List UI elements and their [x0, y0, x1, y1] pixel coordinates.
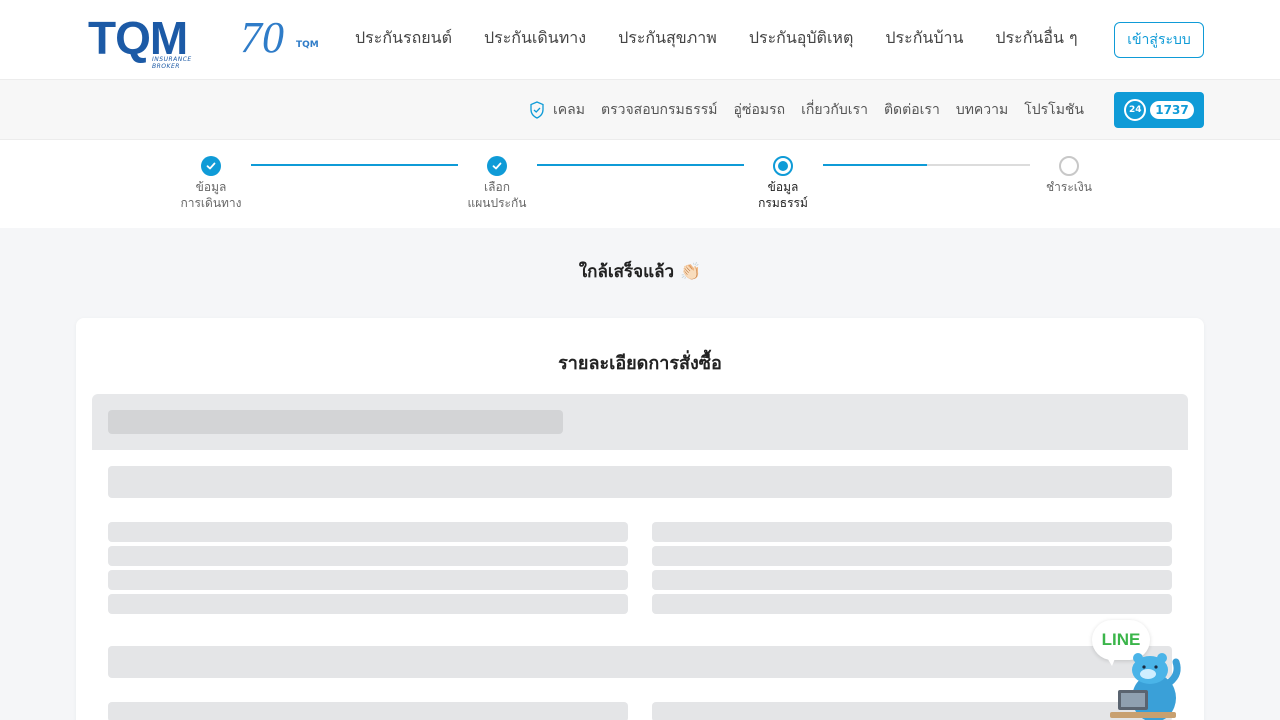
anniversary-number: 70: [240, 13, 284, 62]
subnav-promotions[interactable]: โปรโมชัน: [1024, 100, 1084, 120]
step-payment: ชำระเงิน: [1019, 156, 1119, 195]
top-header: TQM INSURANCE BROKER 70 TQM ประกันรถยนต์…: [0, 0, 1280, 80]
logo-subtext: INSURANCE BROKER: [152, 56, 192, 70]
step-label: ข้อมูล การเดินทาง: [180, 180, 242, 210]
subnav-contact[interactable]: ติดต่อเรา: [884, 100, 940, 120]
step-policy-info: ข้อมูล กรมธรรม์: [733, 156, 833, 211]
hotline-24-icon: 24: [1124, 99, 1147, 121]
pending-step-icon: [1059, 156, 1079, 176]
nav-health-insurance[interactable]: ประกันสุขภาพ: [618, 26, 717, 50]
step-label: ชำระเงิน: [1046, 180, 1092, 194]
main-nav: ประกันรถยนต์ ประกันเดินทาง ประกันสุขภาพ …: [355, 26, 1110, 50]
secondary-nav-links: เคลม ตรวจสอบกรมธรรม์ อู่ซ่อมรถ เกี่ยวกับ…: [529, 100, 1084, 120]
shield-check-icon: [530, 101, 544, 119]
order-details-card: รายละเอียดการสั่งซื้อ: [76, 318, 1204, 720]
skeleton-block: [108, 466, 1172, 498]
skeleton-line: [108, 702, 628, 720]
anniversary-logo: 70 TQM: [240, 14, 320, 64]
hotline-badge[interactable]: 24 1737: [1114, 92, 1204, 128]
tqm-logo[interactable]: TQM INSURANCE BROKER: [88, 12, 218, 70]
secondary-nav: เคลม ตรวจสอบกรมธรรม์ อู่ซ่อมรถ เกี่ยวกับ…: [0, 80, 1280, 140]
line-chat-widget[interactable]: LINE: [1090, 618, 1190, 720]
check-icon: [201, 156, 221, 176]
nav-travel-insurance[interactable]: ประกันเดินทาง: [484, 26, 586, 50]
skeleton-line: [108, 594, 628, 614]
step-travel-info[interactable]: ข้อมูล การเดินทาง: [161, 156, 261, 211]
nav-home-insurance[interactable]: ประกันบ้าน: [885, 26, 963, 50]
claim-link[interactable]: เคลม: [529, 100, 585, 120]
claim-label: เคลม: [553, 102, 585, 118]
skeleton-line: [652, 546, 1172, 566]
skeleton-line: [108, 570, 628, 590]
step-line-2: [537, 164, 744, 166]
subnav-check-policy[interactable]: ตรวจสอบกรมธรรม์: [601, 100, 718, 120]
skeleton-block: [108, 646, 1172, 678]
mascot-bear-icon: [1106, 653, 1181, 720]
step-line-1: [251, 164, 458, 166]
skeleton-line: [652, 522, 1172, 542]
subnav-garage[interactable]: อู่ซ่อมรถ: [734, 100, 786, 120]
hotline-number: 1737: [1150, 101, 1194, 119]
login-button[interactable]: เข้าสู่ระบบ: [1114, 22, 1204, 58]
step-choose-plan[interactable]: เลือก แผนประกัน: [447, 156, 547, 211]
anniversary-sub: TQM: [296, 40, 319, 50]
page-heading: ใกล้เสร็จแล้ว 👏🏻: [578, 262, 702, 282]
skeleton-line: [108, 410, 563, 434]
subnav-about[interactable]: เกี่ยวกับเรา: [801, 100, 868, 120]
nav-accident-insurance[interactable]: ประกันอุบัติเหตุ: [749, 26, 854, 50]
step-label: เลือก แผนประกัน: [467, 180, 527, 210]
card-title: รายละเอียดการสั่งซื้อ: [558, 353, 722, 374]
check-icon: [487, 156, 507, 176]
skeleton-line: [108, 522, 628, 542]
subnav-articles[interactable]: บทความ: [956, 100, 1008, 120]
progress-stepper: ข้อมูล การเดินทาง เลือก แผนประกัน ข้อมูล…: [0, 140, 1280, 228]
step-label: ข้อมูล กรมธรรม์: [758, 180, 808, 210]
current-step-icon: [773, 156, 793, 176]
nav-other-insurance[interactable]: ประกันอื่น ๆ: [995, 26, 1077, 50]
nav-car-insurance[interactable]: ประกันรถยนต์: [355, 26, 452, 50]
skeleton-line: [108, 546, 628, 566]
logo-text: TQM: [88, 12, 188, 64]
skeleton-line: [652, 594, 1172, 614]
skeleton-line: [652, 570, 1172, 590]
step-line-3: [823, 164, 1030, 166]
